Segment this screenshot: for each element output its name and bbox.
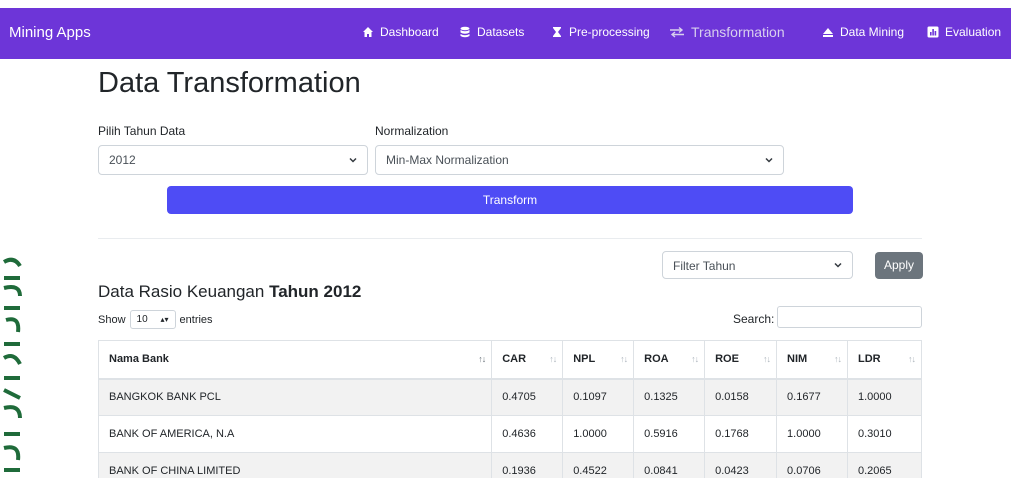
cell-npl: 1.0000 [562,415,635,453]
exchange-arrows-icon [670,26,684,38]
nav-evaluation[interactable]: Evaluation [927,25,1001,39]
entries-label: entries [179,313,213,326]
year-select-value: 2012 [109,153,136,167]
filter-year-select[interactable]: Filter Tahun [662,251,853,279]
section-title-year: Tahun 2012 [269,282,362,301]
divider [98,238,922,239]
table-length-control: Show 10 ▴▾ entries [98,310,213,329]
year-select[interactable]: 2012 [98,145,368,175]
brand-link[interactable]: Mining Apps [9,24,91,41]
normalization-select-value: Min-Max Normalization [386,153,509,167]
cell-bank-name: BANK OF CHINA LIMITED [97,452,493,478]
section-title: Data Rasio Keuangan Tahun 2012 [98,282,361,302]
up-down-caret-icon: ▴▾ [160,315,169,324]
chevron-down-icon [765,157,773,163]
nav-preprocessing-label: Pre-processing [569,25,650,39]
database-icon [460,26,470,38]
sort-icon: ↑↓ [549,354,557,364]
sort-icon: ↑↓ [834,354,842,364]
cell-nim: 1.0000 [776,415,848,453]
normalization-label: Normalization [375,124,449,138]
cell-npl: 0.4522 [562,452,635,478]
nav-data-mining-label: Data Mining [840,25,905,39]
column-header-car[interactable]: CAR ↑↓ [491,340,564,380]
normalization-select[interactable]: Min-Max Normalization [375,145,784,175]
cell-roa: 0.1325 [633,378,706,416]
page-title: Data Transformation [98,67,361,99]
cell-roe: 0.0423 [704,452,778,478]
column-header-label: NPL [573,353,596,366]
search-label: Search: [733,312,775,326]
cell-roa: 0.5916 [633,415,706,453]
navbar: Mining Apps Dashboard Datasets Pre-proce… [0,8,1011,59]
bank-ratio-table: Nama Bank ↑↓ CAR ↑↓ NPL ↑↓ ROA ↑↓ ROE ↑↓… [97,340,922,478]
cell-car: 0.4636 [491,415,564,453]
table-row: BANK OF AMERICA, N.A 0.4636 1.0000 0.591… [97,415,922,453]
nav-transformation-label: Transformation [691,24,785,40]
cell-ldr: 1.0000 [847,378,922,416]
show-label: Show [98,313,126,326]
sort-icon: ↑↓ [908,354,916,364]
chevron-down-icon [834,262,842,268]
top-strip [0,0,1011,8]
home-icon [363,27,373,37]
nav-dashboard[interactable]: Dashboard [362,25,439,39]
table-row: BANK OF CHINA LIMITED 0.1936 0.4522 0.08… [97,452,922,478]
cell-ldr: 0.2065 [847,452,922,478]
nav-transformation[interactable]: Transformation [669,24,785,40]
search-input[interactable] [777,306,922,328]
cell-car: 0.1936 [491,452,564,478]
sort-icon: ↑↓ [620,354,628,364]
column-header-label: ROA [644,353,669,366]
nav-data-mining[interactable]: Data Mining [822,25,904,39]
column-header-label: LDR [858,353,881,366]
cell-nim: 0.0706 [776,452,848,478]
sort-icon: ↑↓ [478,354,486,364]
hourglass-icon [553,27,561,37]
eject-icon [823,28,833,37]
cell-npl: 0.1097 [562,378,635,416]
filter-year-select-value: Filter Tahun [673,259,736,273]
cell-roe: 0.1768 [704,415,778,453]
chevron-down-icon [349,157,357,163]
nav-evaluation-label: Evaluation [945,25,1002,39]
cell-nim: 0.1677 [776,378,848,416]
column-header-label: ROE [715,353,739,366]
column-header-label: Nama Bank [109,353,169,366]
column-header-roe[interactable]: ROE ↑↓ [704,340,778,380]
entries-length-value: 10 [136,314,148,325]
column-header-nim[interactable]: NIM ↑↓ [776,340,848,380]
column-header-label: CAR [502,353,527,366]
table-header-row: Nama Bank ↑↓ CAR ↑↓ NPL ↑↓ ROA ↑↓ ROE ↑↓… [97,340,922,380]
nav-datasets-label: Datasets [477,25,525,39]
column-header-roa[interactable]: ROA ↑↓ [633,340,706,380]
apply-button[interactable]: Apply [875,252,923,279]
cell-car: 0.4705 [491,378,564,416]
nav-dashboard-label: Dashboard [380,25,439,39]
cell-bank-name: BANK OF AMERICA, N.A [97,415,493,453]
column-header-ldr[interactable]: LDR ↑↓ [847,340,922,380]
cell-roe: 0.0158 [704,378,778,416]
column-header-npl[interactable]: NPL ↑↓ [562,340,635,380]
cell-bank-name: BANGKOK BANK PCL [97,378,493,416]
year-label: Pilih Tahun Data [98,124,186,138]
sort-icon: ↑↓ [691,354,699,364]
watermark-logo [0,248,22,478]
cell-ldr: 0.3010 [847,415,922,453]
column-header-label: NIM [787,353,808,366]
nav-datasets[interactable]: Datasets [459,25,524,39]
entries-length-select[interactable]: 10 ▴▾ [129,310,176,329]
sort-icon: ↑↓ [763,354,771,364]
cell-roa: 0.0841 [633,452,706,478]
chart-square-icon [927,26,939,38]
column-header-nama-bank[interactable]: Nama Bank ↑↓ [97,340,493,380]
section-title-prefix: Data Rasio Keuangan [98,282,265,301]
nav-preprocessing[interactable]: Pre-processing [551,25,650,39]
transform-button[interactable]: Transform [167,186,853,214]
table-row: BANGKOK BANK PCL 0.4705 0.1097 0.1325 0.… [97,378,922,416]
